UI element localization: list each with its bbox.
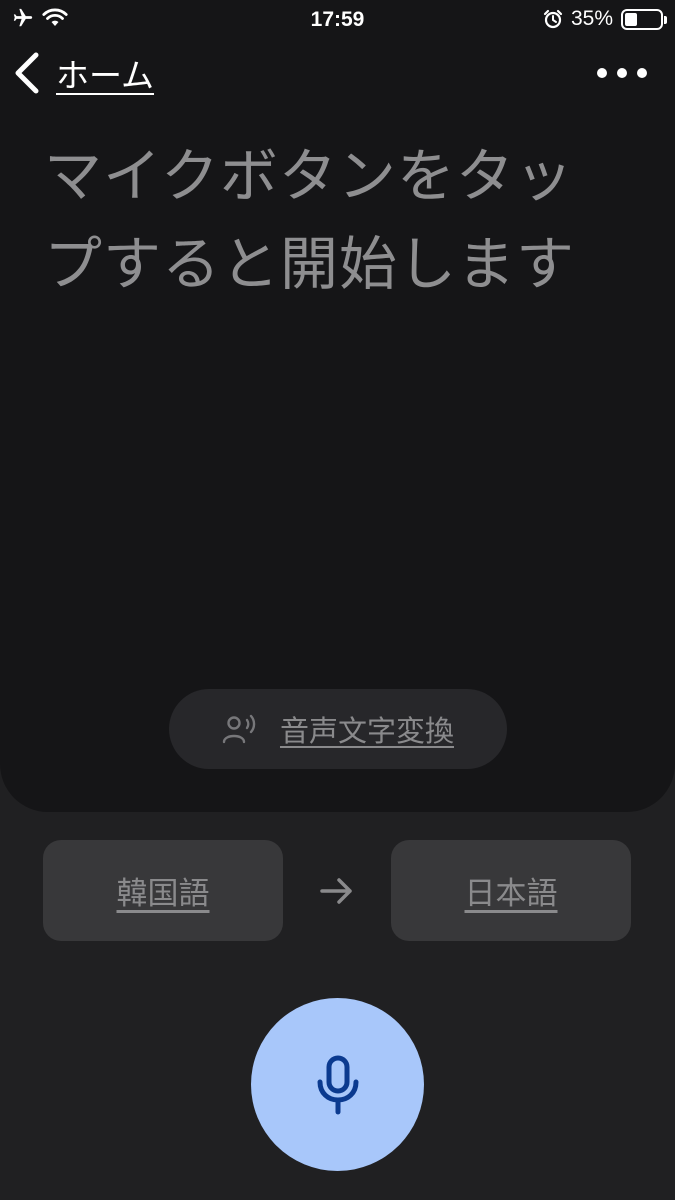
alarm-icon [543,9,563,29]
transcript-panel: 17:59 35% ホーム マイクボタンをタップすると開始します 音声文字変換 [0,0,675,812]
microphone-button[interactable] [251,998,424,1171]
back-label: ホーム [56,56,155,95]
target-language-button[interactable]: 日本語 [391,840,631,941]
more-dot [637,68,647,78]
transcribe-button[interactable]: 音声文字変換 [169,689,507,769]
more-dot [617,68,627,78]
voice-person-icon [222,714,256,744]
battery-fill [625,12,637,26]
battery-icon [621,8,667,30]
more-horizontal-icon [597,68,607,78]
arrow-right-icon [320,878,352,904]
more-options-button[interactable] [597,56,647,90]
status-bar: 17:59 35% [0,0,675,40]
prompt-text: マイクボタンをタップすると開始します [44,142,576,298]
transcribe-label: 音声文字変換 [279,714,454,748]
source-language-label: 韓国語 [116,876,210,912]
microphone-icon [317,1055,358,1114]
battery-percent: 35% [570,7,613,30]
source-language-button[interactable]: 韓国語 [43,840,283,941]
status-right: 35% [543,7,667,31]
target-language-label: 日本語 [464,876,558,912]
chevron-left-icon [15,52,39,94]
screen: 17:59 35% ホーム マイクボタンをタップすると開始します 音声文字変換 … [0,0,675,1200]
back-button[interactable]: ホーム [12,50,154,96]
